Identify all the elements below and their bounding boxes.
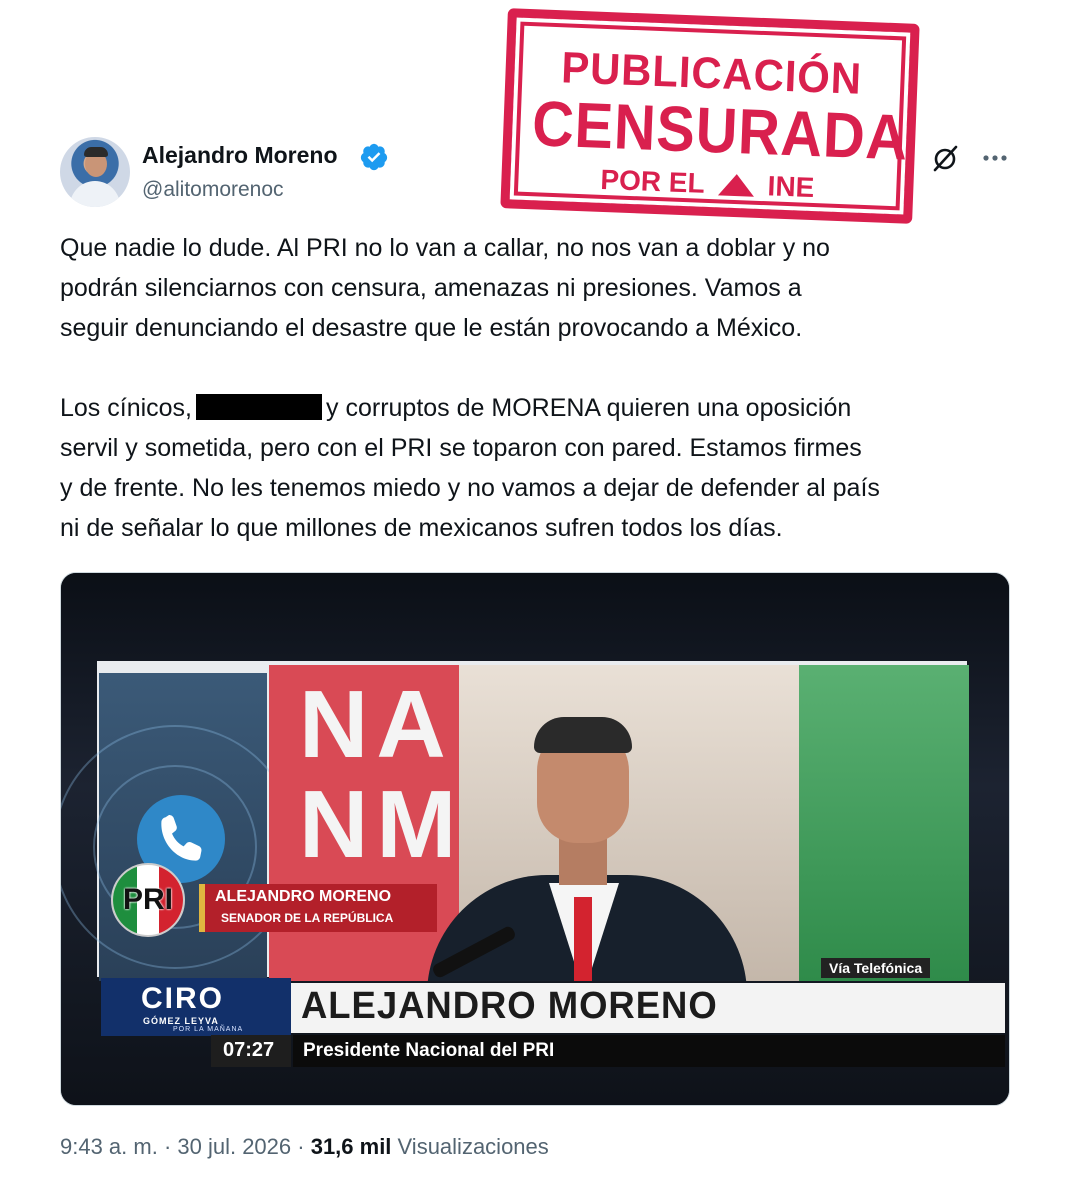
speaker-tie [574, 897, 592, 981]
role-text: Presidente Nacional del PRI [303, 1040, 555, 1061]
views-label: Visualizaciones [391, 1134, 549, 1159]
show-brand: CIRO GÓMEZ LEYVA POR LA MAÑANA [101, 978, 291, 1036]
name-tag: ALEJANDRO MORENO SENADOR DE LA REPÚBLICA [199, 884, 437, 932]
stamp-line3-right: INE [767, 170, 815, 204]
speaker-hair [534, 717, 632, 753]
tweet-meta: 9:43 a. m. · 30 jul. 2026 · 31,6 mil Vis… [60, 1134, 549, 1160]
censored-stamp: PUBLICACIÓN CENSURADA POR EL INE [500, 8, 920, 224]
author-name[interactable]: Alejandro Moreno [142, 142, 338, 169]
brand-name: CIRO [141, 982, 224, 1015]
broadcast-time-value: 07:27 [223, 1039, 275, 1061]
ine-logo-icon [717, 173, 755, 197]
speaker-photo: NA NM [269, 665, 969, 981]
avatar-hair [84, 147, 108, 157]
stamp-line3-left: POR EL [599, 163, 705, 199]
more-options-icon[interactable] [980, 150, 1010, 166]
author-avatar[interactable] [60, 137, 130, 207]
grok-icon[interactable] [930, 142, 962, 174]
avatar-shirt [70, 181, 120, 207]
role-bar: Presidente Nacional del PRI [293, 1035, 1005, 1067]
tweet-text: Que nadie lo dude. Al PRI no lo van a ca… [60, 228, 1025, 588]
brand-sub: GÓMEZ LEYVA [143, 1016, 219, 1026]
via-telefonica-tag: Vía Telefónica [821, 958, 931, 978]
tweet-paragraph-1: Que nadie lo dude. Al PRI no lo van a ca… [60, 234, 830, 342]
views-count: 31,6 mil [310, 1134, 392, 1159]
photo-backdrop-right [799, 665, 969, 981]
tweet-media-image[interactable]: NA NM PRI ALEJANDRO MORENO SENADOR DE LA… [60, 572, 1010, 1106]
broadcast-time: 07:27 [211, 1035, 291, 1067]
redaction-bar [196, 394, 323, 420]
verified-badge-icon [360, 143, 388, 171]
lower-third-name: ALEJANDRO MORENO [301, 985, 718, 1027]
name-tag-title: ALEJANDRO MORENO [215, 888, 392, 905]
tweet-timestamp[interactable]: 9:43 a. m. · 30 jul. 2026 · [60, 1134, 311, 1159]
author-handle[interactable]: @alitomorenoc [142, 178, 284, 202]
backdrop-letters: NA NM [299, 671, 465, 878]
brand-sub2: POR LA MAÑANA [173, 1026, 244, 1033]
tweet-paragraph-2: Los cínicos, y corruptos de MORENA quiere… [60, 388, 1025, 548]
tweet-paragraph-2-start: Los cínicos, [60, 394, 193, 422]
pri-logo-text: PRI [122, 883, 173, 916]
pri-logo: PRI [111, 863, 185, 937]
stamp-line2: CENSURADA [530, 87, 910, 174]
name-tag-subtitle: SENADOR DE LA REPÚBLICA [221, 911, 394, 925]
